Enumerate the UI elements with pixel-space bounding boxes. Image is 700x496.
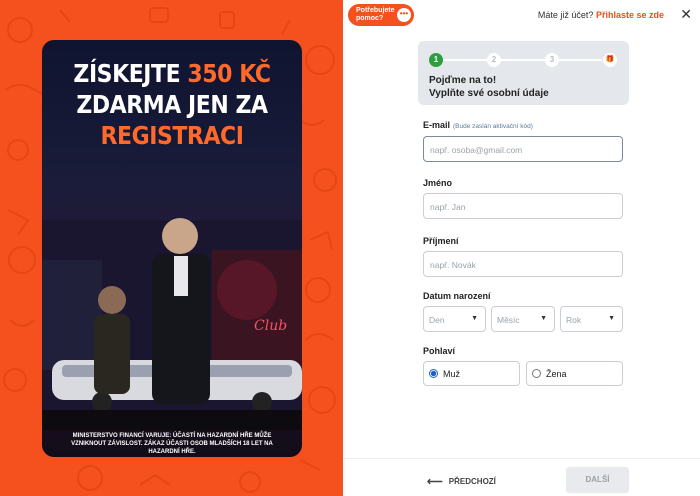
gender-option-female-label: Žena bbox=[546, 369, 567, 379]
close-icon[interactable]: ✕ bbox=[680, 6, 692, 22]
login-link[interactable]: Přihlaste se zde bbox=[596, 10, 664, 20]
account-question: Máte již účet? bbox=[537, 10, 594, 20]
registration-form-panel: Potřebujete pomoc? ••• Máte již účet? Př… bbox=[343, 0, 700, 496]
svg-text:Club: Club bbox=[254, 318, 287, 334]
chevron-down-icon: ▼ bbox=[540, 315, 547, 322]
email-field[interactable]: např. osoba@gmail.com bbox=[423, 136, 623, 162]
first-name-label: Jméno bbox=[423, 178, 453, 188]
promo-scene-illustration: Club bbox=[42, 218, 302, 430]
birth-month-value: Měsíc bbox=[497, 315, 520, 325]
gift-icon: 🎁 bbox=[603, 53, 617, 67]
gender-option-male[interactable]: Muž bbox=[423, 361, 520, 386]
promo-panel: ZÍSKEJTE 350 KČ ZDARMA JEN ZA REGISTRACI… bbox=[0, 0, 343, 496]
birth-year-select[interactable]: Rok ▼ bbox=[560, 306, 623, 332]
headline-line1-white: ZÍSKEJTE bbox=[73, 59, 188, 88]
step-title: Pojďme na to! Vyplňte své osobní údaje bbox=[429, 74, 549, 100]
gambling-warning-text: MINISTERSTVO FINANCÍ VARUJE: ÚČASTÍ NA H… bbox=[71, 433, 273, 455]
gender-option-female[interactable]: Žena bbox=[526, 361, 623, 386]
step-connector bbox=[442, 59, 602, 61]
chevron-down-icon: ▼ bbox=[608, 315, 615, 322]
previous-button[interactable]: ⟵ PŘEDCHOZÍ bbox=[427, 475, 496, 488]
account-prompt: Máte již účet? Přihlaste se zde bbox=[538, 10, 664, 20]
gender-option-male-label: Muž bbox=[443, 369, 461, 379]
first-name-field[interactable]: např. Jan bbox=[423, 193, 623, 219]
birth-month-select[interactable]: Měsíc ▼ bbox=[491, 306, 555, 332]
step-3: 3 bbox=[545, 53, 559, 67]
email-hint: (Bude zaslán aktivační kód) bbox=[453, 123, 533, 130]
next-button[interactable]: DALŠÍ bbox=[566, 467, 629, 493]
step-1: 1 bbox=[429, 53, 443, 67]
email-label-text: E-mail bbox=[423, 120, 451, 130]
chevron-down-icon: ▼ bbox=[471, 315, 478, 322]
headline-line2: ZDARMA JEN ZA bbox=[76, 90, 268, 119]
step-title-line1: Pojďme na to! bbox=[429, 75, 497, 86]
promo-banner[interactable]: ZÍSKEJTE 350 KČ ZDARMA JEN ZA REGISTRACI… bbox=[42, 40, 302, 457]
help-button[interactable]: Potřebujete pomoc? ••• bbox=[348, 4, 414, 26]
step-2: 2 bbox=[487, 53, 501, 67]
gender-label: Pohlaví bbox=[423, 346, 456, 356]
birth-date-label: Datum narození bbox=[423, 291, 491, 301]
radio-unselected-icon bbox=[532, 369, 541, 378]
step-title-line2: Vyplňte své osobní údaje bbox=[429, 88, 549, 99]
promo-headline: ZÍSKEJTE 350 KČ ZDARMA JEN ZA REGISTRACI bbox=[58, 58, 287, 151]
headline-amount: 350 KČ bbox=[187, 59, 271, 88]
birth-day-value: Den bbox=[429, 315, 445, 325]
last-name-field[interactable]: např. Novák bbox=[423, 251, 623, 277]
previous-button-label: PŘEDCHOZÍ bbox=[448, 477, 496, 486]
birth-day-select[interactable]: Den ▼ bbox=[423, 306, 486, 332]
birth-year-value: Rok bbox=[566, 315, 582, 325]
radio-selected-icon bbox=[429, 369, 438, 378]
chat-bubble-icon: ••• bbox=[397, 8, 411, 22]
footer-divider bbox=[343, 458, 700, 459]
headline-line3: REGISTRACI bbox=[100, 121, 244, 150]
email-label: E-mail (Bude zaslán aktivační kód) bbox=[423, 120, 533, 130]
help-button-label: Potřebujete pomoc? bbox=[356, 7, 395, 22]
last-name-label: Příjmení bbox=[423, 236, 459, 246]
step-progress-card: 1 2 3 🎁 Pojďme na to! Vyplňte své osobní… bbox=[418, 41, 629, 105]
arrow-left-icon: ⟵ bbox=[427, 476, 443, 488]
